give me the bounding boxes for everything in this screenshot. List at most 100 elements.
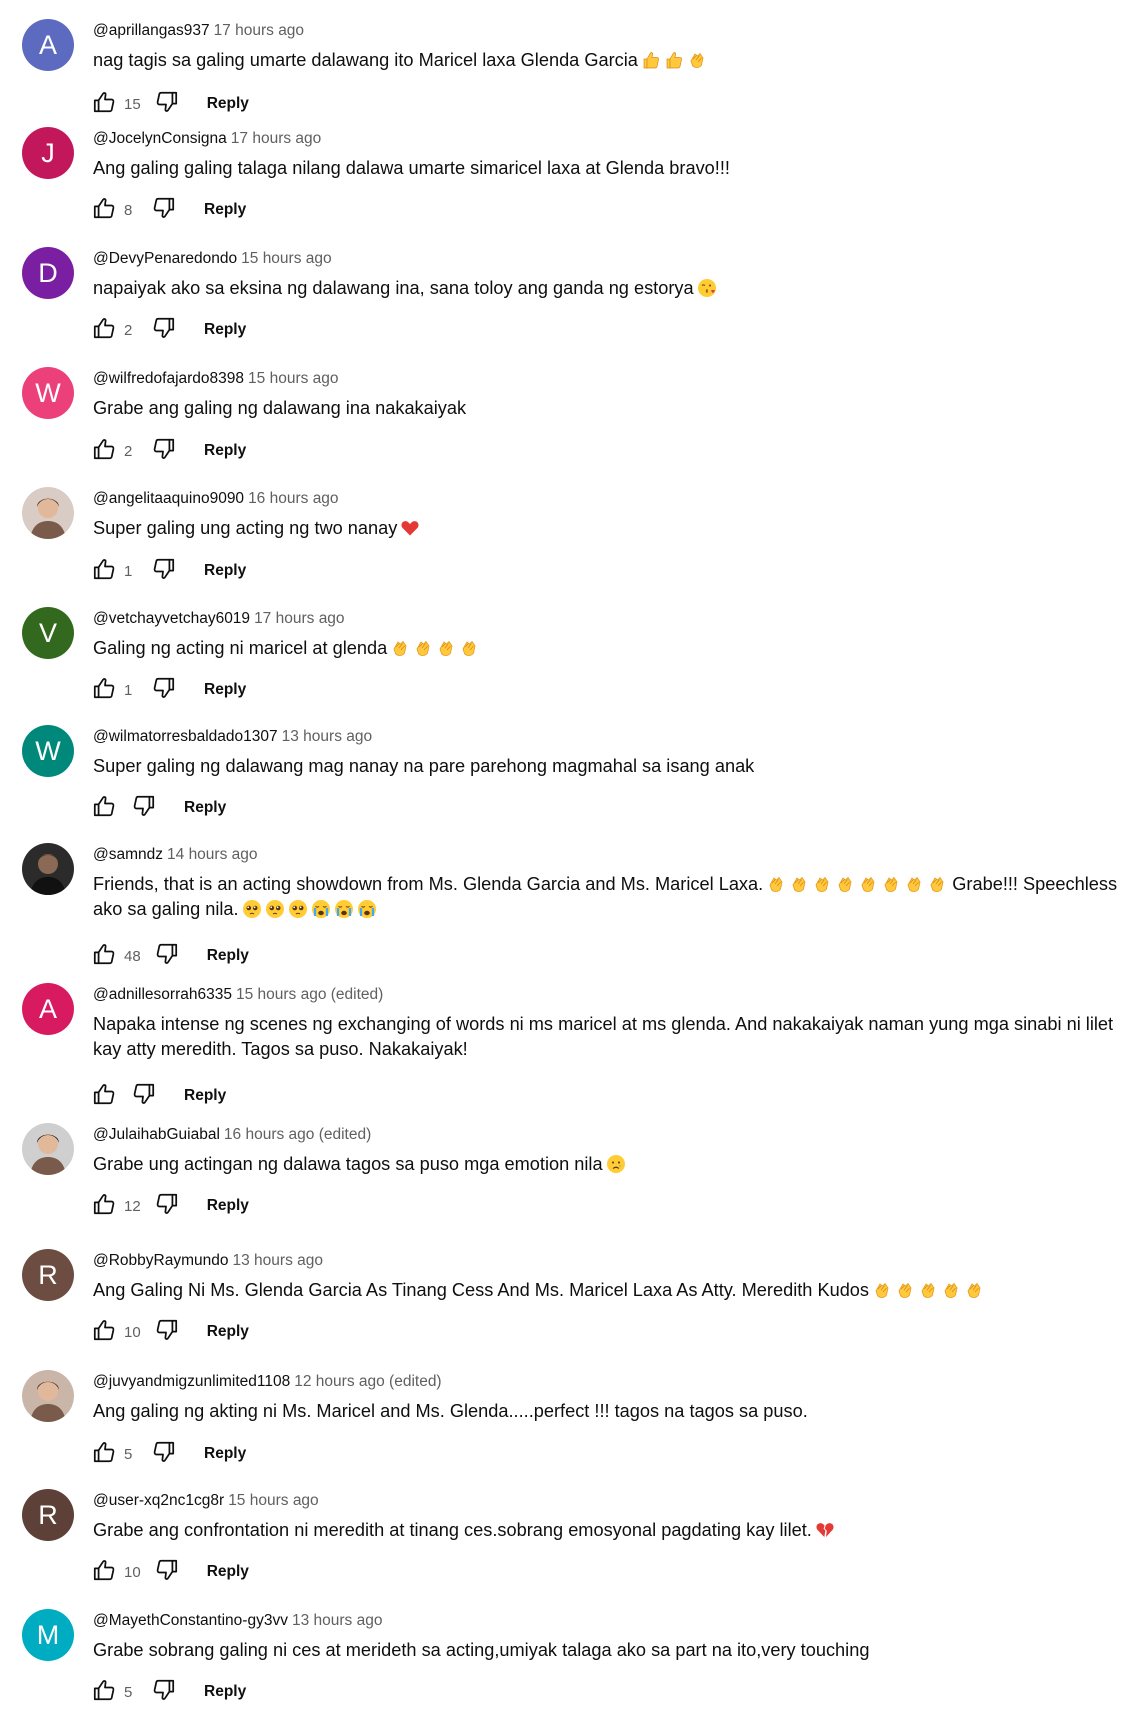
dislike-button[interactable] xyxy=(153,1192,181,1220)
thumbs-down-icon xyxy=(154,1317,180,1348)
comment-header: @aprillangas937 17 hours ago xyxy=(93,22,304,40)
dislike-button[interactable] xyxy=(150,437,178,465)
like-button[interactable] xyxy=(90,1558,118,1586)
author-handle[interactable]: @adnillesorrah6335 xyxy=(93,986,232,1003)
author-handle[interactable]: @aprillangas937 xyxy=(93,22,210,39)
dislike-button[interactable] xyxy=(150,1440,178,1468)
reply-button[interactable]: Reply xyxy=(204,321,246,339)
author-handle[interactable]: @DevyPenaredondo xyxy=(93,250,237,267)
author-handle[interactable]: @juvyandmigzunlimited1108 xyxy=(93,1373,290,1390)
reply-button[interactable]: Reply xyxy=(204,562,246,580)
dislike-button[interactable] xyxy=(153,942,181,970)
like-button[interactable] xyxy=(90,942,118,970)
comment-timestamp[interactable]: 13 hours ago xyxy=(292,1612,383,1629)
author-handle[interactable]: @samndz xyxy=(93,846,163,863)
reply-button[interactable]: Reply xyxy=(204,201,246,219)
comment-timestamp[interactable]: 17 hours ago xyxy=(214,22,305,39)
avatar[interactable] xyxy=(22,487,74,539)
like-button[interactable] xyxy=(90,676,118,704)
author-handle[interactable]: @wilfredofajardo8398 xyxy=(93,370,244,387)
author-handle[interactable]: @user-xq2nc1cg8r xyxy=(93,1492,224,1509)
comment-timestamp[interactable]: 15 hours ago xyxy=(241,250,332,267)
dislike-button[interactable] xyxy=(153,1318,181,1346)
reply-button[interactable]: Reply xyxy=(207,1197,249,1215)
avatar-letter: A xyxy=(38,993,57,1024)
reply-button[interactable]: Reply xyxy=(204,681,246,699)
comment-text: Galing ng acting ni maricel at glenda xyxy=(93,636,1123,661)
reply-button[interactable]: Reply xyxy=(207,1323,249,1341)
avatar[interactable] xyxy=(22,843,74,895)
reply-button[interactable]: Reply xyxy=(207,95,249,113)
comment-timestamp[interactable]: 16 hours ago xyxy=(248,490,339,507)
thumbs-up-emoji-icon xyxy=(641,50,661,70)
avatar[interactable] xyxy=(22,1123,74,1175)
dislike-button[interactable] xyxy=(153,90,181,118)
clap-emoji-icon xyxy=(918,1280,938,1300)
comment-actions: 5 Reply xyxy=(90,1440,246,1468)
avatar[interactable]: W xyxy=(22,367,74,419)
reply-button[interactable]: Reply xyxy=(207,1563,249,1581)
comment-timestamp[interactable]: 15 hours ago xyxy=(248,370,339,387)
reply-button[interactable]: Reply xyxy=(184,1087,226,1105)
dislike-button[interactable] xyxy=(130,1082,158,1110)
reply-button[interactable]: Reply xyxy=(204,442,246,460)
avatar[interactable]: A xyxy=(22,19,74,71)
author-handle[interactable]: @JocelynConsigna xyxy=(93,130,227,147)
avatar[interactable]: W xyxy=(22,725,74,777)
avatar[interactable] xyxy=(22,1370,74,1422)
reply-button[interactable]: Reply xyxy=(204,1445,246,1463)
comment-actions: 48 Reply xyxy=(90,942,249,970)
like-button[interactable] xyxy=(90,1082,118,1110)
dislike-button[interactable] xyxy=(150,316,178,344)
reply-button[interactable]: Reply xyxy=(207,947,249,965)
comment-text: Grabe ung actingan ng dalawa tagos sa pu… xyxy=(93,1152,1123,1177)
like-button[interactable] xyxy=(90,1678,118,1706)
like-button[interactable] xyxy=(90,1440,118,1468)
comment-header: @wilmatorresbaldado1307 13 hours ago xyxy=(93,728,372,746)
comment-timestamp[interactable]: 12 hours ago (edited) xyxy=(294,1373,441,1390)
avatar[interactable]: J xyxy=(22,127,74,179)
like-button[interactable] xyxy=(90,1318,118,1346)
avatar[interactable]: R xyxy=(22,1489,74,1541)
like-count: 8 xyxy=(124,201,133,219)
like-button[interactable] xyxy=(90,557,118,585)
comment-timestamp[interactable]: 16 hours ago (edited) xyxy=(224,1126,371,1143)
avatar[interactable]: M xyxy=(22,1609,74,1661)
comment-timestamp[interactable]: 14 hours ago xyxy=(167,846,258,863)
avatar[interactable]: V xyxy=(22,607,74,659)
dislike-button[interactable] xyxy=(150,676,178,704)
comment-timestamp[interactable]: 13 hours ago xyxy=(282,728,373,745)
like-button[interactable] xyxy=(90,794,118,822)
like-button[interactable] xyxy=(90,316,118,344)
comment-text: napaiyak ako sa eksina ng dalawang ina, … xyxy=(93,276,1123,301)
like-button[interactable] xyxy=(90,1192,118,1220)
author-handle[interactable]: @MayethConstantino-gy3vv xyxy=(93,1612,288,1629)
author-handle[interactable]: @angelitaaquino9090 xyxy=(93,490,244,507)
comment-timestamp[interactable]: 15 hours ago xyxy=(228,1492,319,1509)
like-button[interactable] xyxy=(90,437,118,465)
like-button[interactable] xyxy=(90,90,118,118)
dislike-button[interactable] xyxy=(150,557,178,585)
avatar[interactable]: D xyxy=(22,247,74,299)
avatar[interactable]: A xyxy=(22,983,74,1035)
reply-button[interactable]: Reply xyxy=(204,1683,246,1701)
dislike-button[interactable] xyxy=(153,1558,181,1586)
dislike-button[interactable] xyxy=(130,794,158,822)
author-handle[interactable]: @RobbyRaymundo xyxy=(93,1252,229,1269)
comment-timestamp[interactable]: 17 hours ago xyxy=(231,130,322,147)
avatar[interactable]: R xyxy=(22,1249,74,1301)
thumbs-down-icon xyxy=(151,556,177,587)
comment-timestamp[interactable]: 15 hours ago (edited) xyxy=(236,986,383,1003)
thumbs-up-emoji-icon xyxy=(664,50,684,70)
author-handle[interactable]: @wilmatorresbaldado1307 xyxy=(93,728,278,745)
reply-button[interactable]: Reply xyxy=(184,799,226,817)
author-handle[interactable]: @vetchayvetchay6019 xyxy=(93,610,250,627)
comment-timestamp[interactable]: 13 hours ago xyxy=(233,1252,324,1269)
dislike-button[interactable] xyxy=(150,1678,178,1706)
comment-actions: 10 Reply xyxy=(90,1318,249,1346)
comment-actions: 1 Reply xyxy=(90,557,246,585)
author-handle[interactable]: @JulaihabGuiabal xyxy=(93,1126,220,1143)
dislike-button[interactable] xyxy=(150,196,178,224)
comment-timestamp[interactable]: 17 hours ago xyxy=(254,610,345,627)
like-button[interactable] xyxy=(90,196,118,224)
